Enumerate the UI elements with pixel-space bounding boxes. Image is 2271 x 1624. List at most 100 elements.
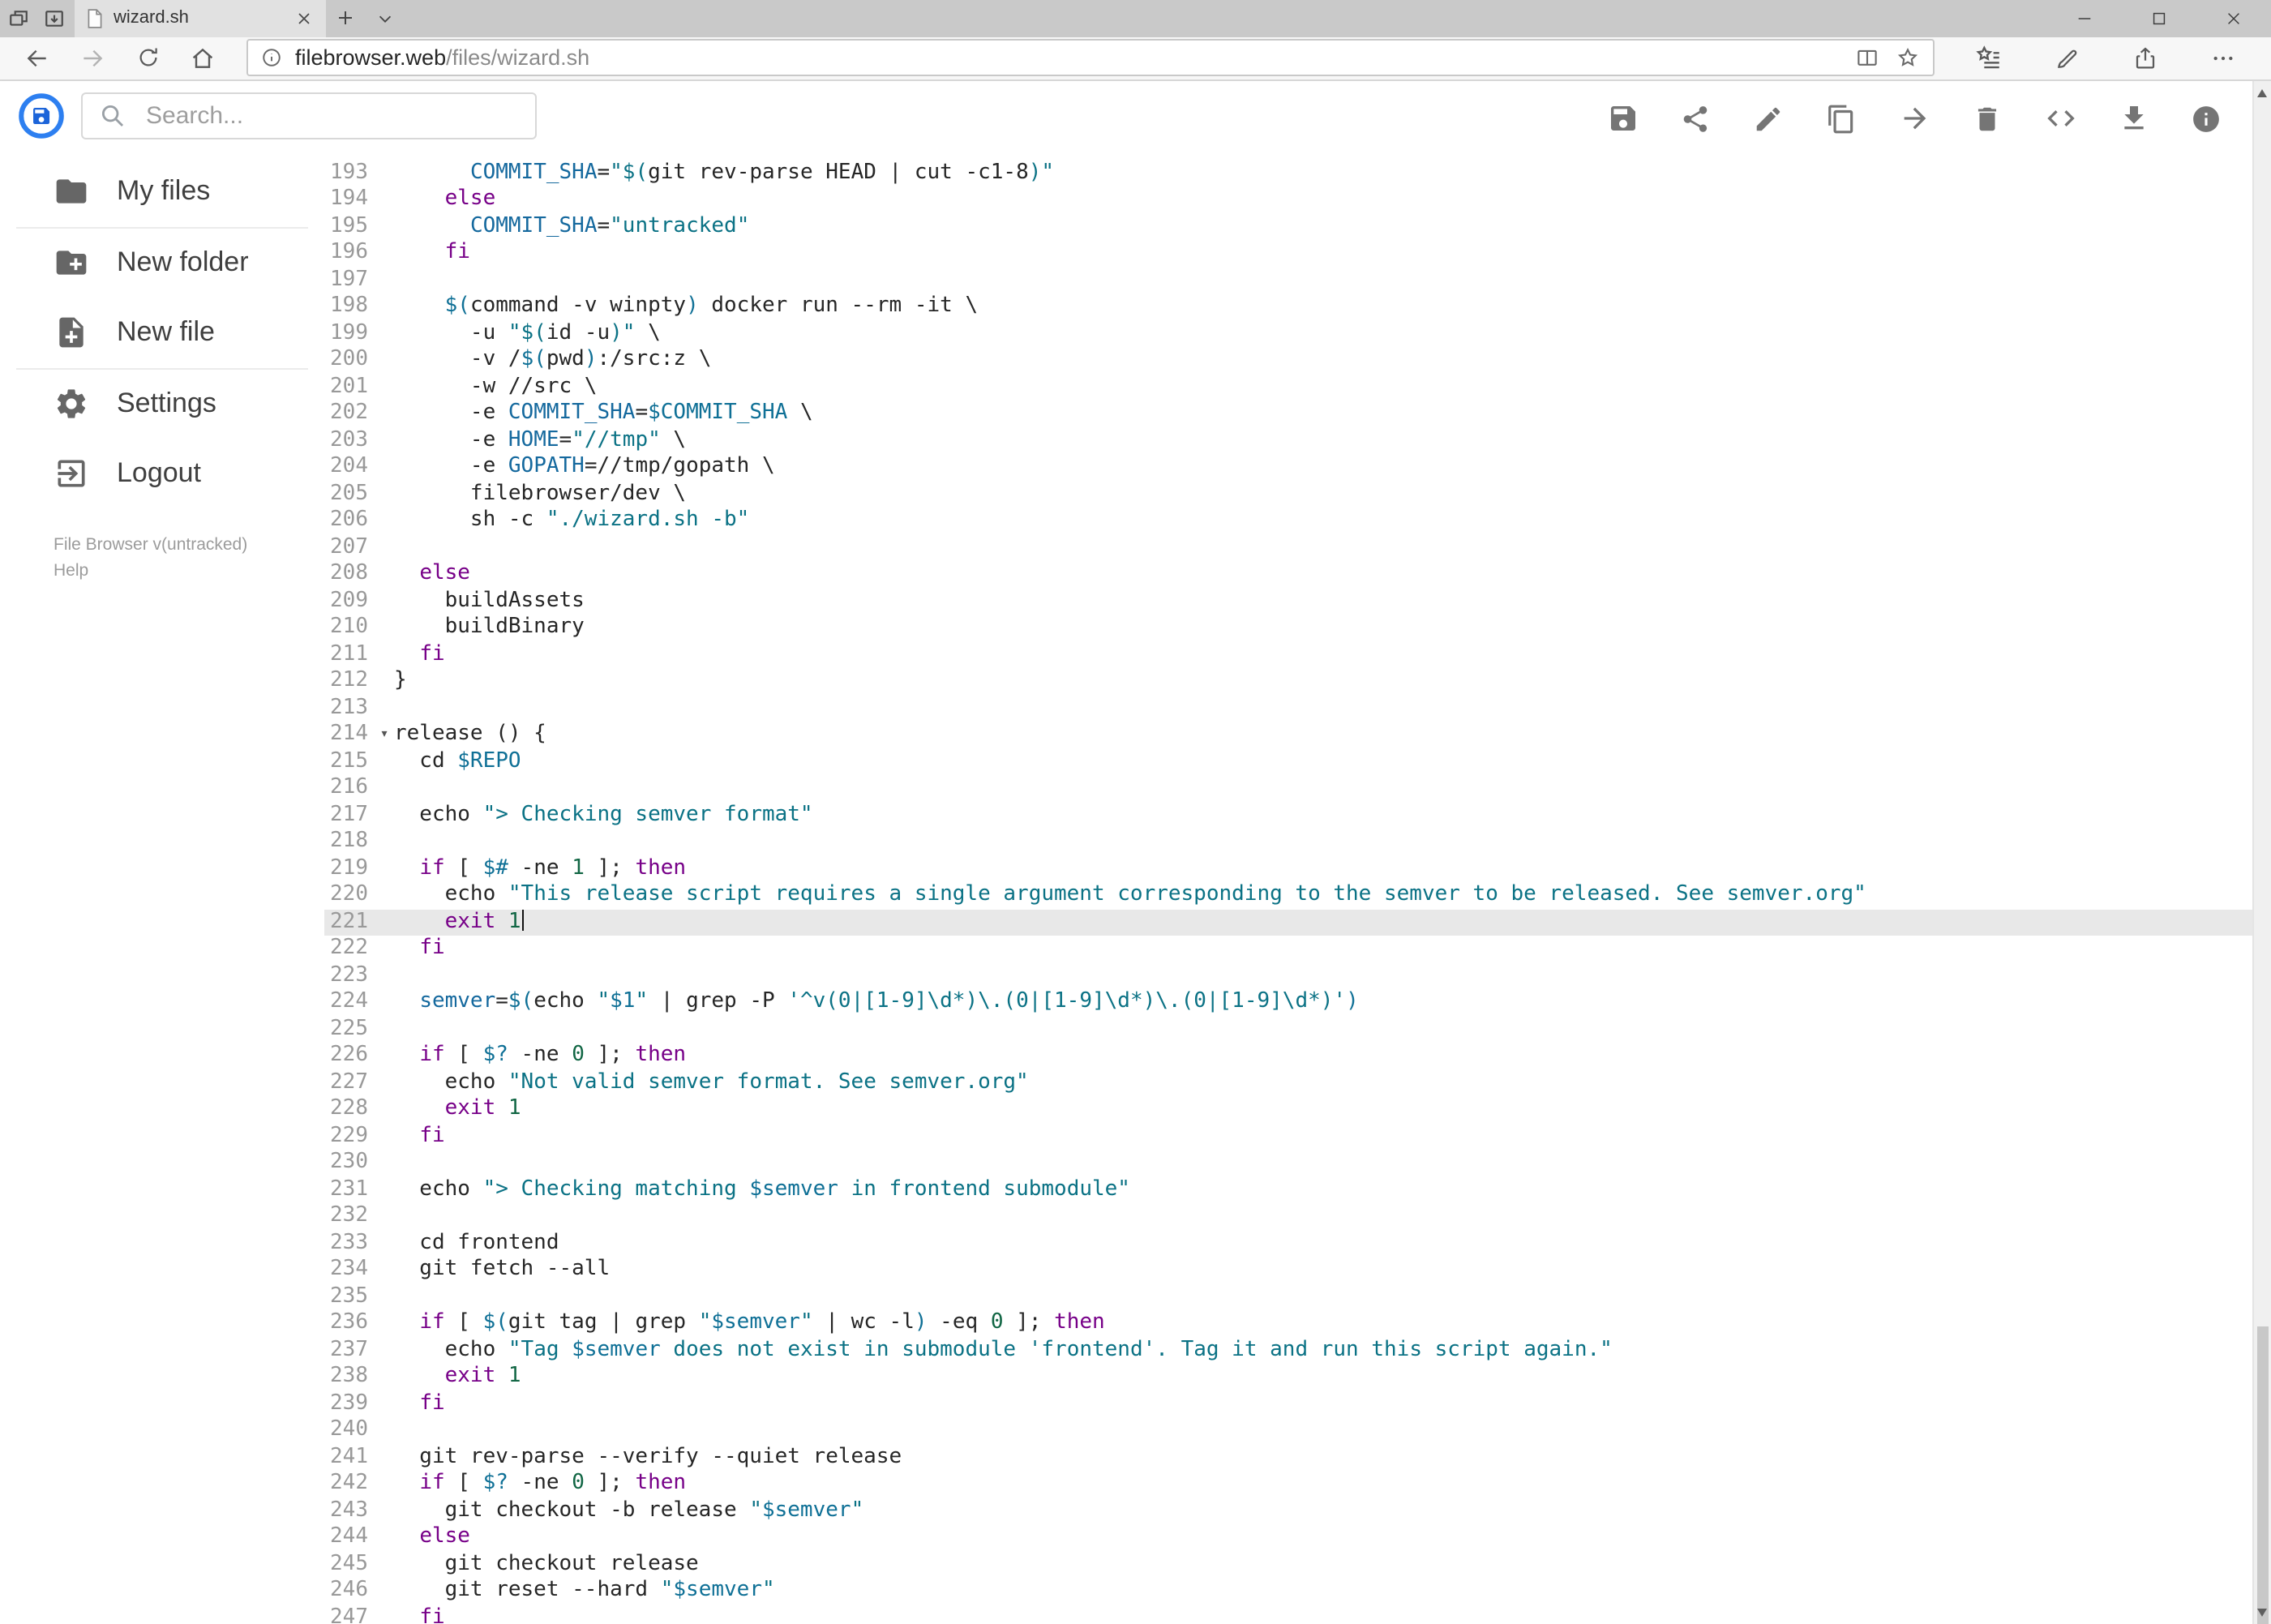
code-line[interactable]: 207 [324, 534, 2252, 561]
code-line[interactable]: 218 [324, 829, 2252, 855]
address-bar[interactable]: filebrowser.web/files/wizard.sh [246, 39, 1934, 77]
sidebar-item-settings[interactable]: Settings [0, 369, 324, 439]
code-line[interactable]: 227 echo "Not valid semver format. See s… [324, 1069, 2252, 1096]
code-line[interactable]: 241 git rev-parse --verify --quiet relea… [324, 1444, 2252, 1471]
code-editor[interactable]: 193 COMMIT_SHA="$(git rev-parse HEAD | c… [324, 152, 2252, 1624]
code-line[interactable]: 193 COMMIT_SHA="$(git rev-parse HEAD | c… [324, 160, 2252, 186]
code-line[interactable]: 236 if [ $(git tag | grep "$semver" | wc… [324, 1310, 2252, 1337]
code-line[interactable]: 229 fi [324, 1123, 2252, 1150]
sidebar-item-new-folder[interactable]: New folder [0, 228, 324, 298]
code-line[interactable]: 214 ▾ release () { [324, 722, 2252, 748]
code-line[interactable]: 239 fi [324, 1390, 2252, 1417]
code-line[interactable]: 235 [324, 1283, 2252, 1310]
code-line[interactable]: 198 $(command -v winpty) docker run --rm… [324, 294, 2252, 320]
filebrowser-logo[interactable] [18, 92, 65, 139]
help-link[interactable]: Help [54, 558, 324, 585]
code-line[interactable]: 223 [324, 962, 2252, 989]
close-window-button[interactable] [2196, 0, 2271, 36]
forward-button[interactable] [65, 39, 120, 78]
code-line[interactable]: 230 [324, 1150, 2252, 1176]
code-line[interactable]: 240 [324, 1417, 2252, 1444]
scroll-thumb[interactable] [2256, 1326, 2269, 1624]
code-line[interactable]: 225 [324, 1016, 2252, 1043]
download-button[interactable] [2097, 99, 2170, 138]
code-line[interactable]: 210 buildBinary [324, 615, 2252, 641]
code-line[interactable]: 209 buildAssets [324, 588, 2252, 615]
code-line[interactable]: 244 else [324, 1524, 2252, 1551]
code-line[interactable]: 204 -e GOPATH=//tmp/gopath \ [324, 454, 2252, 481]
home-button[interactable] [175, 39, 230, 78]
code-line[interactable]: 200 -v /$(pwd):/src:z \ [324, 347, 2252, 374]
scroll-down-button[interactable] [2254, 1603, 2271, 1622]
browser-tab[interactable]: wizard.sh [75, 0, 326, 36]
code-line[interactable]: 246 git reset --hard "$semver" [324, 1578, 2252, 1605]
code-line[interactable]: 221 exit 1 [324, 909, 2252, 936]
code-line[interactable]: 242 if [ $? -ne 0 ]; then [324, 1471, 2252, 1498]
tab-preview-button[interactable] [0, 0, 36, 36]
code-line[interactable]: 199 -u "$(id -u)" \ [324, 320, 2252, 347]
hub-button[interactable] [1950, 39, 2028, 78]
code-line[interactable]: 212} [324, 668, 2252, 695]
code-line[interactable]: 219 if [ $# -ne 1 ]; then [324, 855, 2252, 882]
code-line[interactable]: 215 cd $REPO [324, 748, 2252, 775]
code-line[interactable]: 245 git checkout release [324, 1551, 2252, 1578]
web-note-button[interactable] [2028, 39, 2106, 78]
code-line[interactable]: 220 echo "This release script requires a… [324, 882, 2252, 909]
code-line[interactable]: 201 -w //src \ [324, 374, 2252, 401]
code-line[interactable]: 217 echo "> Checking semver format" [324, 802, 2252, 829]
code-line[interactable]: 222 fi [324, 936, 2252, 962]
scroll-up-button[interactable] [2254, 83, 2271, 102]
delete-button[interactable] [1951, 99, 2024, 138]
code-button[interactable] [2024, 99, 2097, 138]
code-line[interactable]: 234 git fetch --all [324, 1257, 2252, 1283]
code-line[interactable]: 233 cd frontend [324, 1230, 2252, 1257]
code-line[interactable]: 247 fi [324, 1605, 2252, 1624]
maximize-button[interactable] [2122, 0, 2196, 36]
code-line[interactable]: 208 else [324, 561, 2252, 588]
code-line[interactable]: 243 git checkout -b release "$semver" [324, 1498, 2252, 1524]
code-line[interactable]: 196 fi [324, 240, 2252, 267]
set-tabs-aside-button[interactable] [36, 0, 71, 36]
minimize-button[interactable] [2047, 0, 2122, 36]
info-button[interactable] [2170, 99, 2243, 138]
code-line[interactable]: 202 -e COMMIT_SHA=$COMMIT_SHA \ [324, 401, 2252, 427]
code-line[interactable]: 232 [324, 1203, 2252, 1230]
sidebar-item-my-files[interactable]: My files [0, 156, 324, 226]
sidebar-item-logout[interactable]: Logout [0, 439, 324, 508]
line-number: 246 [330, 1578, 368, 1602]
code-line[interactable]: 228 exit 1 [324, 1096, 2252, 1123]
scrollbar[interactable] [2252, 81, 2271, 1624]
code-line[interactable]: 216 [324, 775, 2252, 802]
more-button[interactable] [2183, 39, 2261, 78]
code-line[interactable]: 206 sh -c "./wizard.sh -b" [324, 508, 2252, 534]
fold-marker-icon[interactable]: ▾ [375, 722, 394, 748]
code-line[interactable]: 213 [324, 695, 2252, 722]
save-button[interactable] [1586, 99, 1659, 138]
code-line[interactable]: 194 else [324, 186, 2252, 213]
move-button[interactable] [1878, 99, 1951, 138]
code-line[interactable]: 197 [324, 267, 2252, 294]
share-button-browser[interactable] [2106, 39, 2183, 78]
code-line[interactable]: 203 -e HOME="//tmp" \ [324, 427, 2252, 454]
code-line[interactable]: 195 COMMIT_SHA="untracked" [324, 213, 2252, 240]
search-input[interactable] [143, 101, 519, 131]
share-button[interactable] [1659, 99, 1732, 138]
rename-button[interactable] [1732, 99, 1805, 138]
tab-list-button[interactable] [365, 0, 404, 36]
site-info-icon[interactable] [261, 48, 282, 69]
new-tab-button[interactable] [326, 0, 365, 36]
code-line[interactable]: 211 fi [324, 641, 2252, 668]
favorite-star-icon[interactable] [1895, 46, 1919, 71]
code-line[interactable]: 231 echo "> Checking matching $semver in… [324, 1176, 2252, 1203]
back-button[interactable] [10, 39, 65, 78]
tab-close-button[interactable] [292, 11, 315, 26]
code-line[interactable]: 226 if [ $? -ne 0 ]; then [324, 1043, 2252, 1069]
code-line[interactable]: 237 echo "Tag $semver does not exist in … [324, 1337, 2252, 1364]
code-line[interactable]: 224 semver=$(echo "$1" | grep -P '^v(0|[… [324, 989, 2252, 1016]
reading-view-icon[interactable] [1854, 46, 1879, 71]
sidebar-item-new-file[interactable]: New file [0, 298, 324, 367]
refresh-button[interactable] [120, 39, 175, 78]
code-line[interactable]: 238 exit 1 [324, 1364, 2252, 1390]
code-line[interactable]: 205 filebrowser/dev \ [324, 481, 2252, 508]
copy-button[interactable] [1805, 99, 1878, 138]
